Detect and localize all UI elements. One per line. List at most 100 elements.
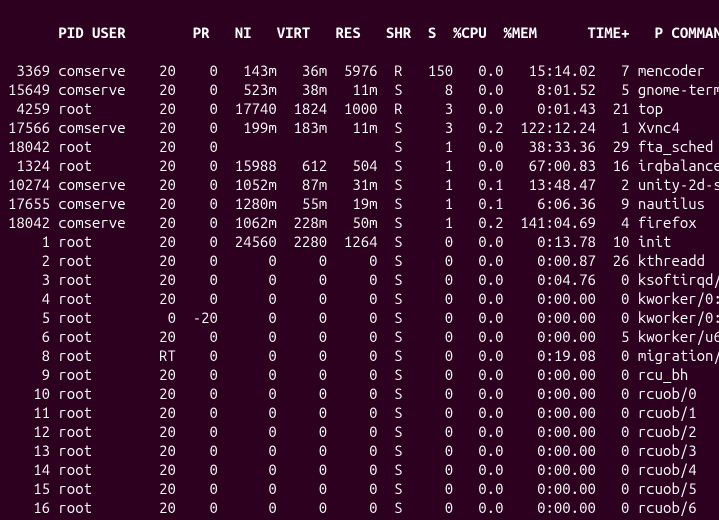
- cell-cpu: 0: [411, 479, 453, 498]
- col-cpu-num: P: [638, 23, 663, 42]
- cell-ni: 0: [184, 365, 218, 384]
- table-row: 4259root2001774018241000R30.00:01.4321to…: [8, 99, 711, 118]
- cell-cmd: Xvnc4: [638, 118, 719, 137]
- cell-virt: 17740: [226, 99, 276, 118]
- cell-res: 0: [285, 460, 327, 479]
- cell-p: 0: [604, 289, 629, 308]
- cell-shr: 0: [336, 403, 378, 422]
- cell-shr: 0: [336, 384, 378, 403]
- cell-virt: 0: [226, 441, 276, 460]
- cell-p: 0: [604, 479, 629, 498]
- process-list: 3369comserve200143m36m5976R1500.015:14.0…: [8, 61, 711, 520]
- cell-res: 228m: [285, 213, 327, 232]
- cell-shr: 19m: [336, 194, 378, 213]
- cell-mem: 0.2: [461, 213, 503, 232]
- cell-time: 0:00.00: [512, 308, 596, 327]
- cell-pr: 20: [142, 175, 176, 194]
- cell-pid: 15: [8, 479, 50, 498]
- cell-res: 0: [285, 384, 327, 403]
- cell-pr: 20: [142, 365, 176, 384]
- cell-shr: 1264: [336, 232, 378, 251]
- cell-ni: 0: [184, 498, 218, 517]
- cell-cmd: mencoder: [638, 61, 719, 80]
- cell-res: 0: [285, 403, 327, 422]
- cell-shr: 0: [336, 289, 378, 308]
- cell-pid: 16: [8, 498, 50, 517]
- cell-p: 0: [604, 365, 629, 384]
- col-time: TIME+: [545, 23, 629, 42]
- cell-pid: 18042: [8, 213, 50, 232]
- cell-p: 0: [604, 308, 629, 327]
- cell-mem: 0.1: [461, 194, 503, 213]
- cell-user: root: [58, 460, 134, 479]
- cell-virt: 0: [226, 479, 276, 498]
- col-command: COMMAND: [671, 23, 719, 42]
- cell-time: 0:00.87: [512, 251, 596, 270]
- cell-p: 0: [604, 422, 629, 441]
- cell-shr: 0: [336, 422, 378, 441]
- cell-ni: 0: [184, 213, 218, 232]
- cell-ni: 0: [184, 137, 218, 156]
- cell-pr: 20: [142, 479, 176, 498]
- cell-pid: 4259: [8, 99, 50, 118]
- cell-virt: 143m: [226, 61, 276, 80]
- col-pid: PID: [42, 23, 84, 42]
- cell-mem: 0.0: [461, 61, 503, 80]
- table-row: 14root200000S00.00:00.000rcuob/4: [8, 460, 711, 479]
- cell-cpu: 0: [411, 232, 453, 251]
- cell-virt: 0: [226, 422, 276, 441]
- cell-pid: 18042: [8, 137, 50, 156]
- cell-ni: 0: [184, 156, 218, 175]
- cell-ni: 0: [184, 327, 218, 346]
- cell-pid: 9: [8, 365, 50, 384]
- cell-ni: 0: [184, 422, 218, 441]
- cell-cpu: 0: [411, 308, 453, 327]
- cell-virt: 199m: [226, 118, 276, 137]
- cell-p: 0: [604, 441, 629, 460]
- cell-ni: 0: [184, 80, 218, 99]
- col-pr: PR: [176, 23, 210, 42]
- cell-cmd: irqbalance: [638, 156, 719, 175]
- cell-time: 0:00.00: [512, 479, 596, 498]
- cell-p: 9: [604, 194, 629, 213]
- cell-mem: 0.0: [461, 251, 503, 270]
- cell-cmd: migration/0: [638, 346, 719, 365]
- cell-ni: 0: [184, 441, 218, 460]
- cell-p: 29: [604, 137, 629, 156]
- cell-pr: 20: [142, 99, 176, 118]
- cell-s: S: [386, 194, 403, 213]
- cell-pr: 20: [142, 137, 176, 156]
- cell-p: 5: [604, 80, 629, 99]
- cell-mem: 0.0: [461, 270, 503, 289]
- table-row: 12root200000S00.00:00.000rcuob/2: [8, 422, 711, 441]
- cell-time: 0:00.00: [512, 403, 596, 422]
- cell-res: 0: [285, 479, 327, 498]
- cell-virt: 24560: [226, 232, 276, 251]
- cell-time: 13:48.47: [512, 175, 596, 194]
- cell-ni: 0: [184, 118, 218, 137]
- cell-cpu: 1: [411, 137, 453, 156]
- cell-cmd: unity-2d-shell: [638, 175, 719, 194]
- cell-mem: 0.0: [461, 441, 503, 460]
- cell-time: 0:00.00: [512, 441, 596, 460]
- table-row: 15root200000S00.00:00.000rcuob/5: [8, 479, 711, 498]
- cell-cpu: 1: [411, 213, 453, 232]
- cell-time: 0:01.43: [512, 99, 596, 118]
- cell-user: root: [58, 308, 134, 327]
- cell-s: S: [386, 232, 403, 251]
- cell-s: S: [386, 346, 403, 365]
- cell-cpu: 0: [411, 422, 453, 441]
- cell-user: comserve: [58, 175, 134, 194]
- terminal[interactable]: PIDUSERPRNIVIRTRESSHRS%CPU%MEMTIME+PCOMM…: [0, 0, 719, 520]
- cell-shr: 504: [336, 156, 378, 175]
- cell-cmd: rcuob/5: [638, 479, 719, 498]
- table-row: 10274comserve2001052m87m31mS10.113:48.47…: [8, 175, 711, 194]
- cell-res: 612: [285, 156, 327, 175]
- cell-cpu: 0: [411, 270, 453, 289]
- cell-pr: 20: [142, 194, 176, 213]
- cell-user: root: [58, 289, 134, 308]
- col-shr: SHR: [369, 23, 411, 42]
- cell-cpu: 0: [411, 289, 453, 308]
- cell-s: S: [386, 80, 403, 99]
- cell-cmd: fta_sched: [638, 137, 719, 156]
